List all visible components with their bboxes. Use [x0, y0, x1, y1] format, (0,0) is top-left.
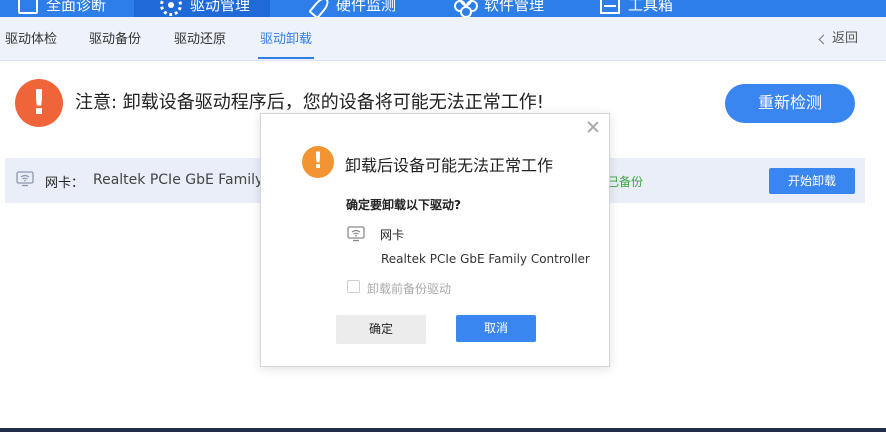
network-card-icon [347, 226, 365, 242]
nav-item-label: 硬件监测 [336, 0, 397, 14]
warning-icon: ! [15, 79, 63, 127]
redetect-button[interactable]: 重新检测 [725, 84, 855, 123]
nav-item-label: 驱动管理 [190, 0, 251, 14]
bottom-bar [0, 428, 886, 432]
nav-item-software-management[interactable]: 软件管理 [454, 0, 544, 17]
toolbox-icon [600, 0, 620, 14]
monitor-icon [18, 0, 38, 14]
chevron-left-icon [818, 34, 829, 45]
warning-icon: ! [302, 146, 334, 178]
nav-item-label: 软件管理 [484, 0, 545, 14]
nav-item-driver-management[interactable]: 驱动管理 [134, 0, 271, 17]
sub-nav: 驱动体检 驱动备份 驱动还原 驱动卸载 返回 [0, 17, 886, 61]
nav-item-toolbox[interactable]: 工具箱 [600, 0, 673, 17]
close-icon[interactable] [586, 120, 600, 134]
back-button[interactable]: 返回 [818, 17, 858, 61]
gear-icon [160, 0, 182, 16]
rocket-icon [310, 0, 328, 14]
nav-item-label: 全面诊断 [46, 0, 107, 14]
dialog-title: 卸载后设备可能无法正常工作 [345, 156, 554, 175]
nav-item-label: 工具箱 [628, 0, 674, 14]
start-uninstall-button[interactable]: 开始卸载 [769, 168, 855, 194]
cancel-button[interactable]: 取消 [456, 315, 536, 342]
uninstall-confirm-dialog: ! 卸载后设备可能无法正常工作 确定要卸载以下驱动? 网卡 Realtek PC… [260, 113, 610, 367]
dialog-question: 确定要卸载以下驱动? [346, 198, 461, 212]
dialog-device-name: Realtek PCIe GbE Family Controller [381, 252, 590, 266]
backup-before-uninstall-label: 卸载前备份驱动 [367, 282, 452, 296]
backup-status: 已备份 [607, 175, 644, 189]
tab-driver-backup[interactable]: 驱动备份 [87, 17, 143, 61]
back-label: 返回 [831, 31, 858, 46]
tab-driver-checkup[interactable]: 驱动体检 [3, 17, 59, 61]
backup-before-uninstall-checkbox[interactable] [347, 280, 360, 293]
nav-item-diagnosis[interactable]: 全面诊断 [18, 0, 106, 17]
warning-notice: 注意: 卸载设备驱动程序后，您的设备将可能无法正常工作! [75, 92, 544, 113]
tab-driver-uninstall[interactable]: 驱动卸载 [258, 17, 315, 61]
device-type-label: 网卡： [45, 176, 85, 191]
top-nav: 全面诊断 驱动管理 硬件监测 软件管理 工具箱 [0, 0, 886, 17]
dialog-device-label: 网卡 [380, 228, 405, 242]
flower-icon [454, 0, 476, 16]
confirm-button[interactable]: 确定 [336, 315, 426, 344]
nav-item-hardware-monitor[interactable]: 硬件监测 [310, 0, 396, 17]
tab-driver-restore[interactable]: 驱动还原 [172, 17, 228, 61]
network-card-icon [16, 171, 34, 187]
